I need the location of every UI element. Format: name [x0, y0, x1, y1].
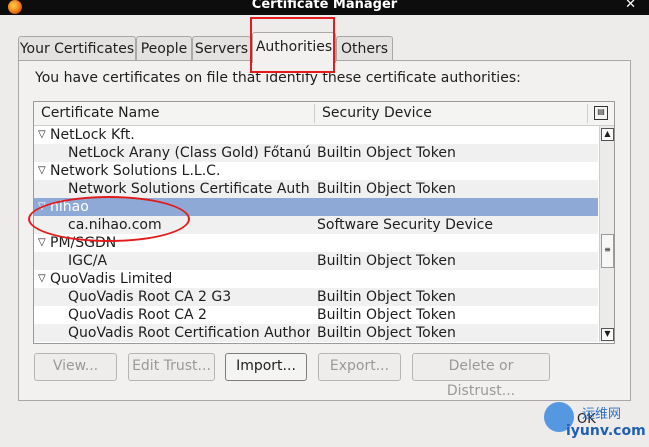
column-header-device[interactable]: Security Device — [322, 105, 432, 121]
edit-trust-button[interactable]: Edit Trust... — [128, 353, 215, 381]
import-button[interactable]: Import... — [225, 353, 307, 381]
security-device: Builtin Object Token — [317, 307, 456, 323]
view-button[interactable]: View... — [34, 353, 117, 381]
tab-annotation-box — [250, 17, 335, 73]
scroll-up-icon[interactable]: ▲ — [601, 128, 614, 141]
security-device: Builtin Object Token — [317, 325, 456, 341]
security-device: Builtin Object Token — [317, 253, 456, 269]
close-icon[interactable]: ✕ — [625, 0, 636, 12]
delete-or-distrust-button[interactable]: Delete or Distrust... — [412, 353, 550, 399]
certificate-name: IGC/A — [68, 253, 108, 269]
column-header-name[interactable]: Certificate Name — [41, 105, 159, 121]
vertical-scrollbar[interactable]: ▲ ≡ ▼ — [599, 126, 614, 342]
expand-triangle-icon[interactable]: ▽ — [38, 270, 46, 288]
certificate-name: QuoVadis Root CA 2 — [68, 307, 207, 323]
certificate-name: QuoVadis Limited — [50, 271, 173, 287]
certificate-name: NetLock Arany (Class Gold) Főtanú... — [68, 145, 310, 161]
watermark-site: iyunv.com — [566, 423, 646, 439]
column-divider[interactable] — [587, 104, 588, 123]
column-divider[interactable] — [314, 104, 315, 123]
tree-row[interactable]: QuoVadis Root CA 2 G3 Builtin Object Toke… — [34, 288, 598, 306]
window-title: Certificate Manager — [251, 0, 398, 12]
expand-triangle-icon[interactable]: ▽ — [38, 234, 46, 252]
scroll-thumb[interactable]: ≡ — [601, 234, 614, 268]
security-device: Builtin Object Token — [317, 181, 456, 197]
tree-row[interactable]: NetLock Arany (Class Gold) Főtanú... Buil… — [34, 144, 598, 162]
certificate-name: QuoVadis Root CA 2 G3 — [68, 289, 232, 305]
security-device: Builtin Object Token — [317, 289, 456, 305]
tab-people[interactable]: People — [136, 36, 192, 62]
export-button[interactable]: Export... — [318, 353, 401, 381]
title-bar: Certificate Manager ✕ — [0, 0, 649, 15]
security-device: Software Security Device — [317, 217, 493, 233]
scroll-down-icon[interactable]: ▼ — [601, 328, 614, 341]
column-picker-icon[interactable]: ▤ — [594, 106, 608, 120]
tab-others[interactable]: Others — [336, 36, 393, 62]
certificate-name: Network Solutions L.L.C. — [50, 163, 221, 179]
tree-row[interactable]: IGC/A Builtin Object Token — [34, 252, 598, 270]
tab-servers[interactable]: Servers — [192, 36, 251, 62]
tree-group-row[interactable]: ▽ QuoVadis Limited — [34, 270, 598, 288]
watermark-site-cn: 运维网 — [582, 407, 622, 422]
expand-triangle-icon[interactable]: ▽ — [38, 162, 46, 180]
security-device: Builtin Object Token — [317, 145, 456, 161]
certificate-name: NetLock Kft. — [50, 127, 135, 143]
tree-header: Certificate Name Security Device ▤ — [34, 102, 614, 126]
tree-row[interactable]: QuoVadis Root Certification Authority Bui… — [34, 324, 598, 342]
tab-your-certificates[interactable]: Your Certificates — [18, 36, 136, 62]
certificate-name: QuoVadis Root Certification Authority — [68, 325, 310, 341]
tree-group-row[interactable]: ▽ Network Solutions L.L.C. — [34, 162, 598, 180]
expand-triangle-icon[interactable]: ▽ — [38, 126, 46, 144]
tree-group-row[interactable]: ▽ NetLock Kft. — [34, 126, 598, 144]
tree-row[interactable]: QuoVadis Root CA 2 Builtin Object Token — [34, 306, 598, 324]
row-annotation-ellipse — [28, 196, 190, 242]
